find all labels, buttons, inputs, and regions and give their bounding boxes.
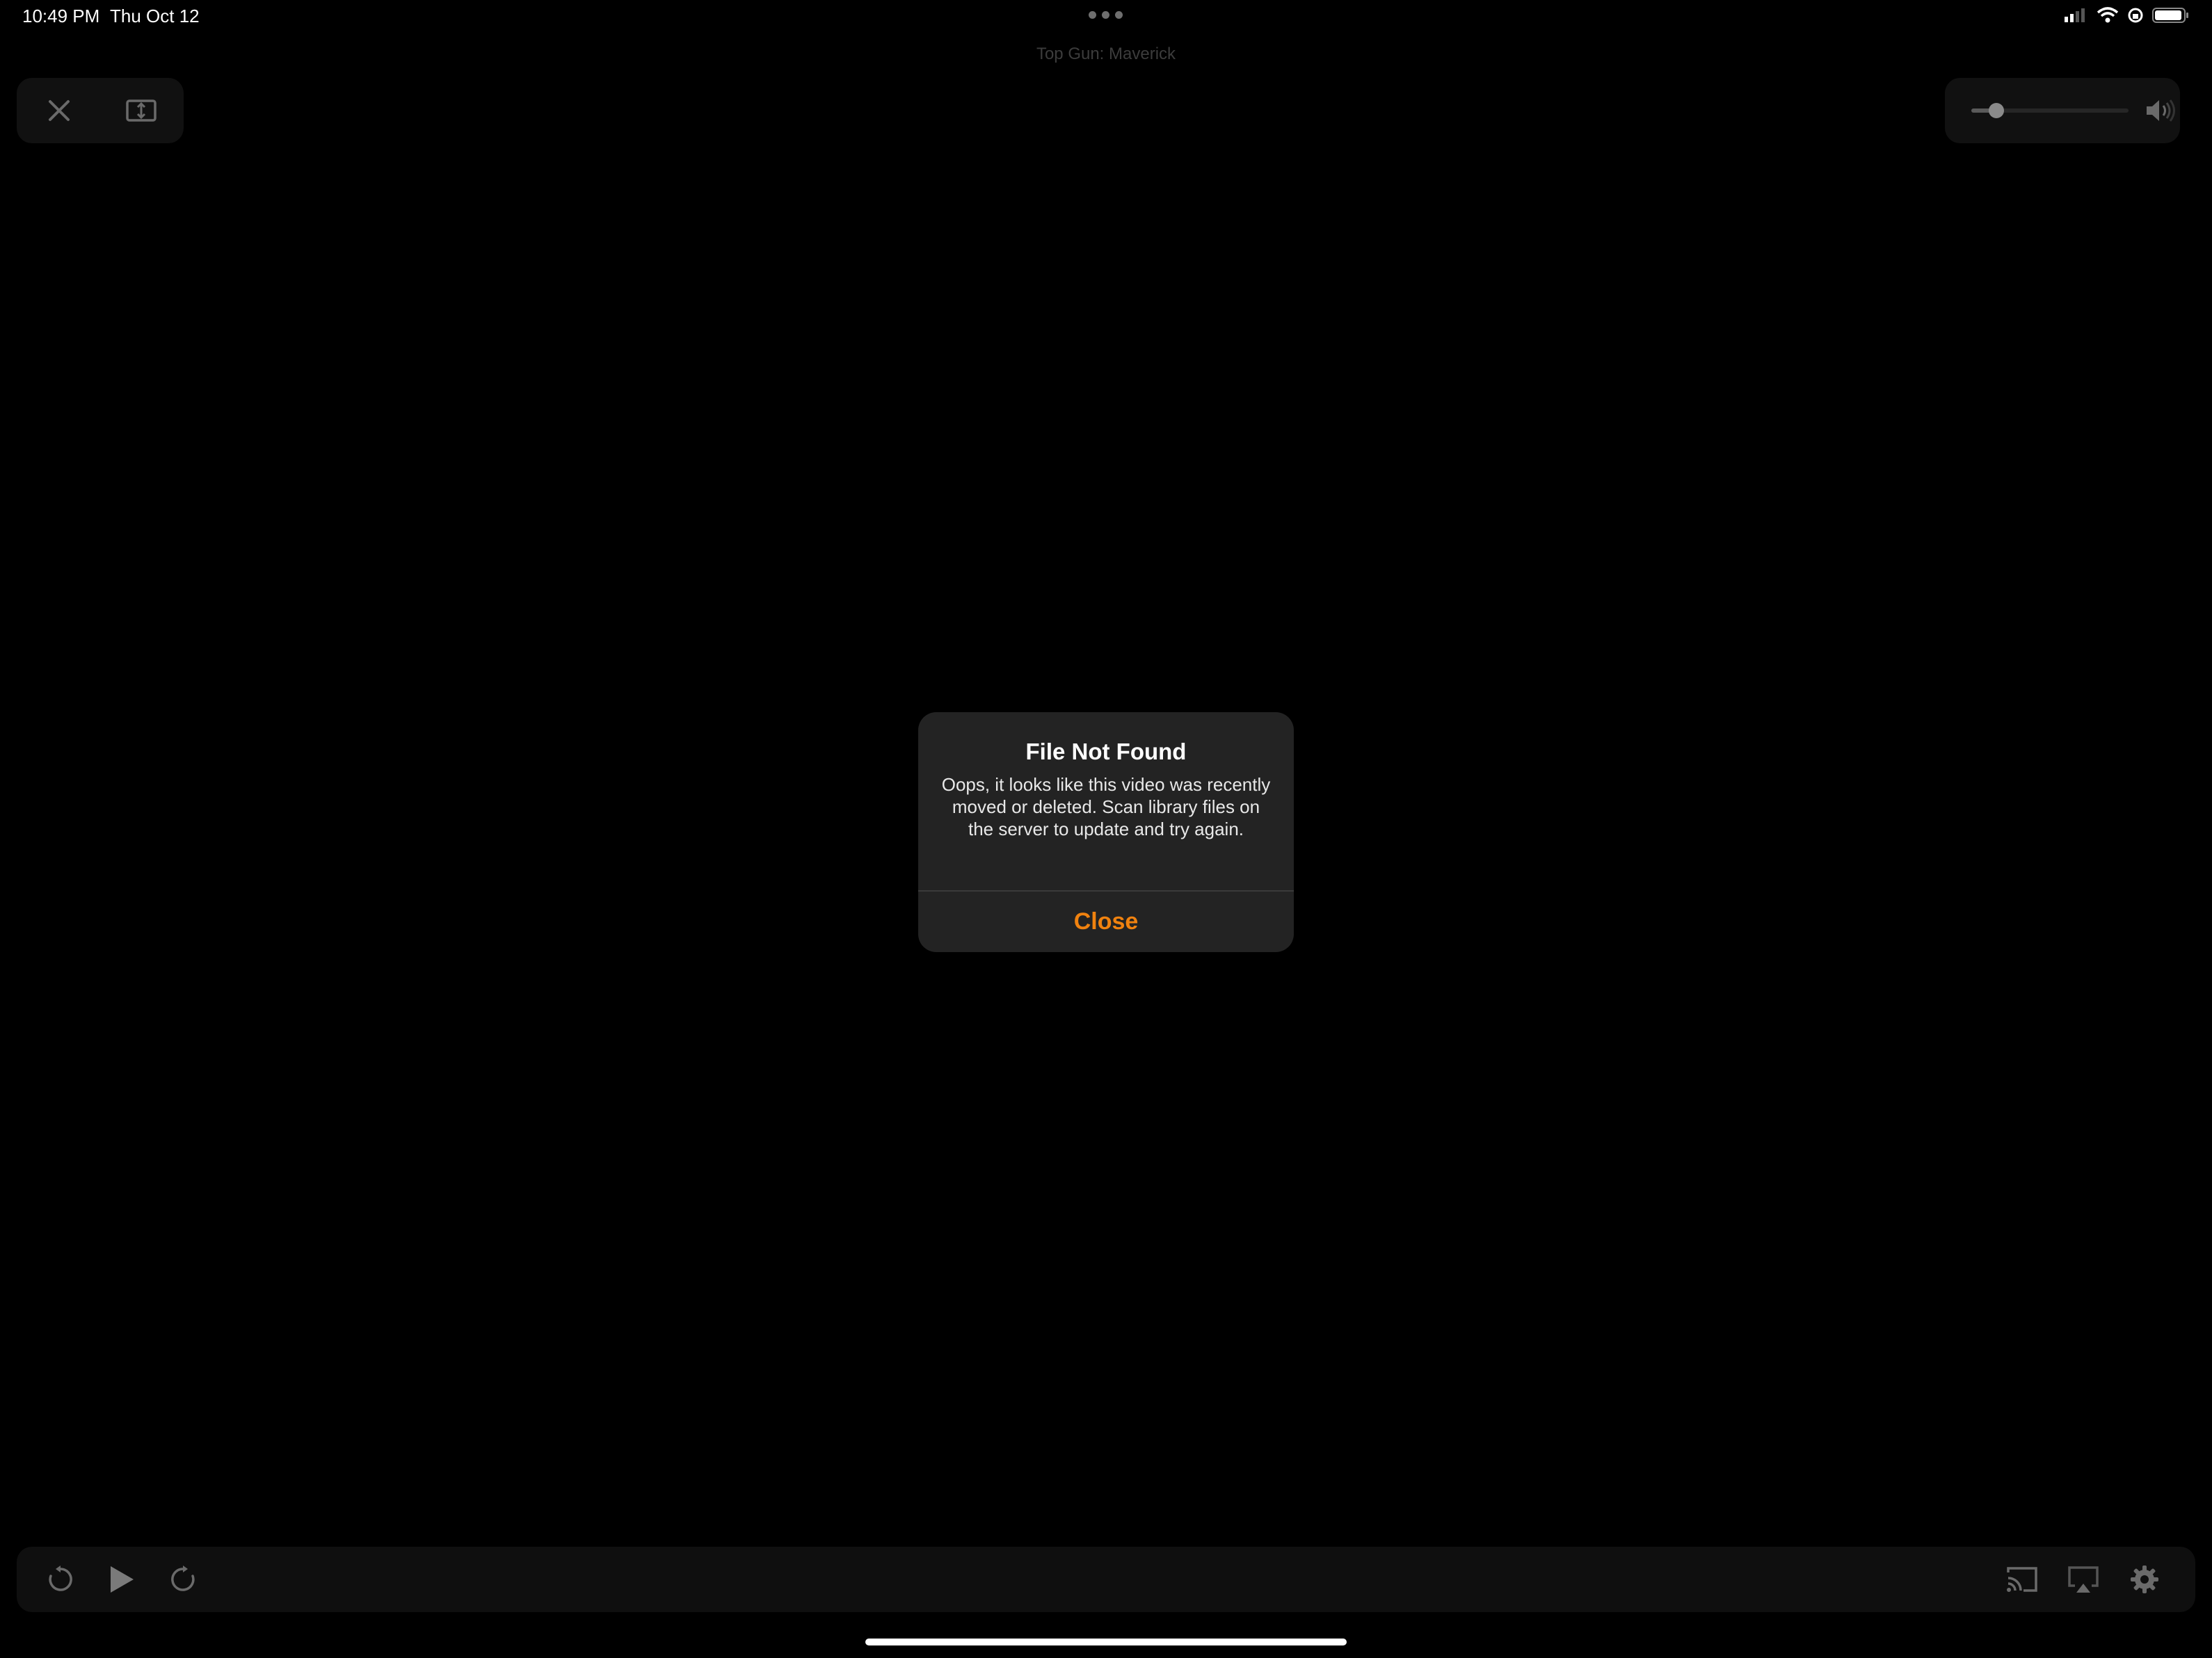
cast-icon xyxy=(2007,1567,2037,1592)
video-title: Top Gun: Maverick xyxy=(1036,45,1176,63)
play-button[interactable] xyxy=(103,1561,141,1598)
home-indicator[interactable] xyxy=(865,1639,1347,1645)
wifi-icon xyxy=(2097,7,2119,23)
skip-forward-icon xyxy=(171,1566,195,1591)
skip-back-icon xyxy=(49,1566,72,1591)
close-icon xyxy=(49,100,70,121)
bottom-controls-bar xyxy=(17,1547,2195,1612)
aspect-ratio-button[interactable] xyxy=(124,93,159,128)
airplay-button[interactable] xyxy=(2065,1561,2102,1598)
file-not-found-alert: File Not Found Oops, it looks like this … xyxy=(918,712,1294,952)
settings-button[interactable] xyxy=(2126,1561,2163,1598)
more-dots-icon[interactable] xyxy=(1089,11,1123,21)
orientation-lock-icon xyxy=(2128,8,2143,23)
top-controls-panel xyxy=(17,78,184,143)
gear-icon xyxy=(2131,1566,2158,1593)
status-time: 10:49 PM xyxy=(22,6,100,26)
cast-button[interactable] xyxy=(2003,1561,2041,1598)
alert-close-button[interactable]: Close xyxy=(918,892,1294,952)
close-player-button[interactable] xyxy=(42,93,77,128)
volume-slider[interactable] xyxy=(1971,103,2129,118)
play-icon xyxy=(111,1566,134,1593)
speaker-icon xyxy=(2147,99,2175,122)
skip-back-button[interactable] xyxy=(42,1561,79,1598)
alert-title: File Not Found xyxy=(1025,739,1187,764)
status-icons xyxy=(2065,7,2190,24)
volume-panel xyxy=(1945,78,2180,143)
battery-icon xyxy=(2152,8,2188,23)
cellular-signal-icon xyxy=(2065,8,2085,22)
status-date: Thu Oct 12 xyxy=(110,6,200,26)
volume-thumb[interactable] xyxy=(1989,103,2005,118)
alert-message: Oops, it looks like this video was recen… xyxy=(941,774,1271,839)
skip-forward-button[interactable] xyxy=(164,1561,202,1598)
airplay-icon xyxy=(2068,1566,2099,1593)
aspect-ratio-icon xyxy=(126,99,157,122)
